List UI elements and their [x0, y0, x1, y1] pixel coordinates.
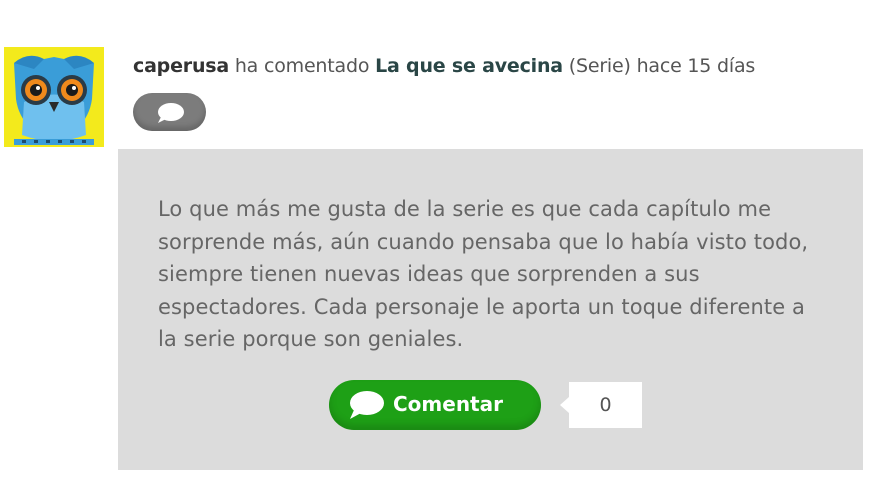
comment-icon-button[interactable] [133, 93, 206, 131]
activity-feed-item: caperusa ha comentado La que se avecina … [0, 0, 880, 495]
comment-bubble: Lo que más me gusta de la serie es que c… [118, 149, 863, 470]
speech-bubble-icon [350, 391, 384, 419]
comentar-button[interactable]: Comentar [329, 380, 541, 430]
speech-bubble-icon [158, 103, 184, 123]
activity-header: caperusa ha comentado La que se avecina … [133, 55, 755, 77]
comment-text: Lo que más me gusta de la serie es que c… [158, 197, 809, 351]
content-type: (Serie) [568, 55, 631, 77]
comentar-label: Comentar [393, 392, 503, 416]
username-link[interactable]: caperusa [133, 55, 229, 77]
comment-count: 0 [560, 382, 642, 428]
series-title-link[interactable]: La que se avecina [375, 55, 563, 77]
owl-avatar[interactable] [4, 47, 104, 147]
owl-icon [4, 47, 104, 147]
action-text: ha comentado [234, 55, 370, 77]
timestamp: hace 15 días [636, 55, 756, 77]
